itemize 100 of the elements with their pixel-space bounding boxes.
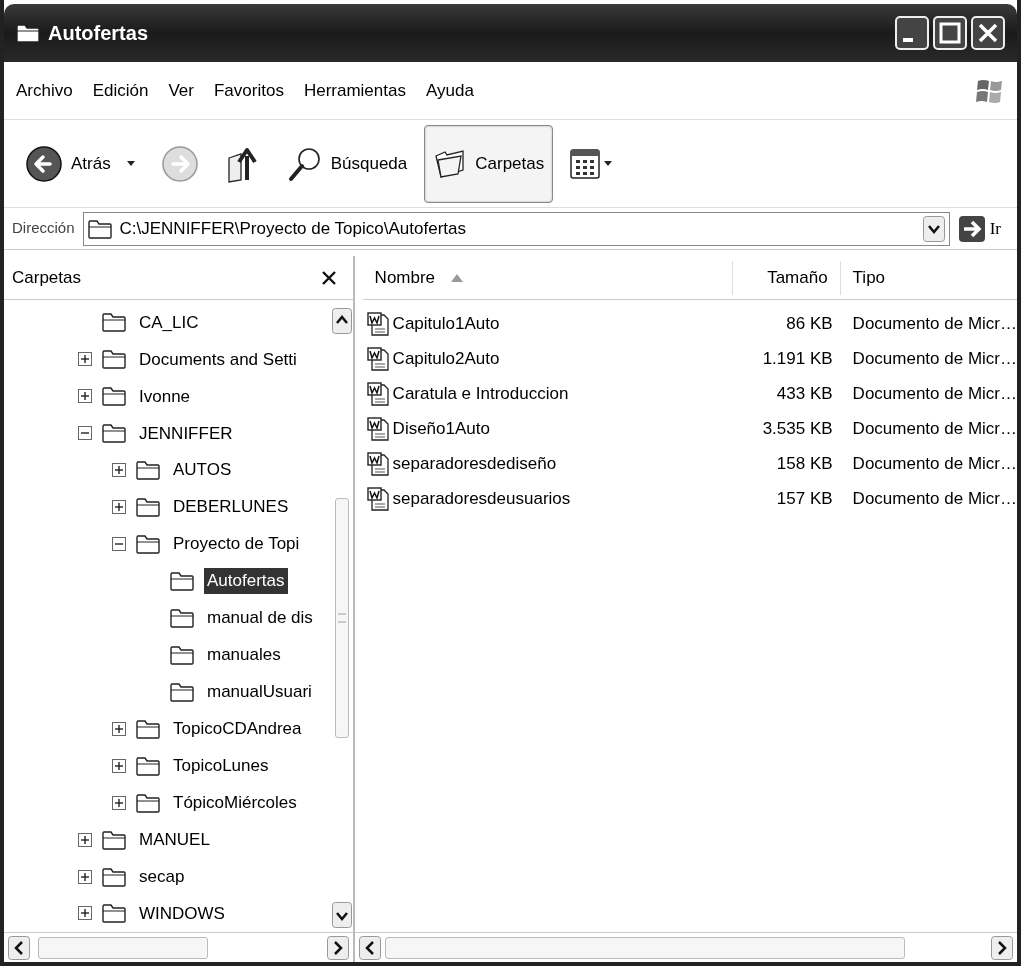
minimize-icon[interactable] <box>895 16 929 50</box>
folder-icon <box>102 386 126 407</box>
column-header[interactable]: Nombre <box>362 260 733 295</box>
expand-icon[interactable] <box>112 500 126 515</box>
address-label: Dirección <box>12 218 75 239</box>
folder-icon <box>170 681 194 702</box>
maximize-icon[interactable] <box>933 16 967 50</box>
tree-item[interactable]: DEBERLUNES <box>170 494 292 520</box>
file-size: 86 KB <box>785 312 834 335</box>
tree-item[interactable]: Ivonne <box>136 383 194 410</box>
tree-item[interactable]: JENNIFFER <box>136 420 236 447</box>
expand-icon[interactable] <box>78 389 92 404</box>
file-name[interactable]: separadoresdeusuarios <box>392 485 571 512</box>
folder-icon <box>102 423 126 444</box>
scroll-right-icon[interactable] <box>326 935 349 960</box>
tree-item[interactable]: AUTOS <box>170 457 235 483</box>
file-type: Documento de Micr… <box>851 312 1017 335</box>
tree-item[interactable]: CA_LIC <box>136 309 202 336</box>
tree-item[interactable]: TópicoMiércoles <box>170 789 300 816</box>
caret-icon <box>604 160 613 167</box>
tree-item[interactable]: WINDOWS <box>136 900 228 927</box>
folder-icon <box>136 718 160 739</box>
file-size: 157 KB <box>775 487 834 510</box>
file-size: 433 KB <box>775 382 834 405</box>
window-title: Autofertas <box>48 21 148 46</box>
folder-icon <box>102 866 126 887</box>
document-icon <box>366 381 389 406</box>
menu-item[interactable]: Herramientas <box>303 77 406 104</box>
tree-item[interactable]: Autofertas <box>204 568 288 594</box>
tree-item[interactable]: secap <box>136 863 188 890</box>
document-icon <box>366 346 389 371</box>
expand-icon[interactable] <box>78 352 92 367</box>
file-type: Documento de Micr… <box>851 382 1017 405</box>
document-icon <box>366 451 389 476</box>
expand-icon[interactable] <box>112 721 126 736</box>
file-name[interactable]: Caratula e Introduccion <box>392 380 569 407</box>
menu-item[interactable]: Ver <box>168 77 194 104</box>
file-name[interactable]: separadoresdediseño <box>392 450 557 477</box>
expand-icon[interactable] <box>78 832 92 847</box>
scroll-up-icon[interactable] <box>331 308 352 334</box>
tree-item[interactable]: Proyecto de Topi <box>170 531 303 557</box>
tree-item[interactable]: TopicoCDAndrea <box>170 716 305 742</box>
scrollbar-thumb[interactable] <box>334 498 349 738</box>
file-size: 3.535 KB <box>761 417 834 440</box>
file-size: 158 KB <box>775 452 834 475</box>
address-field[interactable]: C:\JENNIFFER\Proyecto de Topico\Autofertas <box>82 211 950 246</box>
title-folder-icon <box>16 23 40 43</box>
tree-item[interactable]: manual de dis <box>204 605 316 631</box>
folders-button[interactable]: Carpetas <box>424 124 554 203</box>
expand-icon[interactable] <box>112 795 126 810</box>
folder-icon <box>170 571 194 592</box>
menu-item[interactable]: Edición <box>92 77 149 104</box>
collapse-icon[interactable] <box>78 426 92 441</box>
file-name[interactable]: Capitulo1Auto <box>392 310 500 337</box>
sort-ascending-icon <box>451 273 464 282</box>
folder-icon <box>102 903 126 924</box>
search-button[interactable]: Búsqueda <box>277 124 417 203</box>
caret-icon <box>126 160 135 167</box>
column-header[interactable]: Tamaño <box>732 260 841 295</box>
scroll-left-icon[interactable] <box>358 935 381 960</box>
expand-icon[interactable] <box>112 463 126 478</box>
expand-icon[interactable] <box>112 758 126 773</box>
tree-item[interactable]: manualUsuari <box>204 679 315 705</box>
file-name[interactable]: Diseño1Auto <box>392 415 490 442</box>
scroll-down-icon[interactable] <box>331 902 352 928</box>
file-name[interactable]: Capitulo2Auto <box>392 345 500 372</box>
tree-item[interactable]: MANUEL <box>136 826 213 853</box>
tree-item[interactable]: manuales <box>204 642 284 668</box>
collapse-icon[interactable] <box>112 537 126 552</box>
dropdown-icon[interactable] <box>922 215 945 242</box>
scrollbar-thumb[interactable] <box>38 936 208 959</box>
back-button[interactable]: Atrás <box>16 124 144 203</box>
file-type: Documento de Micr… <box>851 417 1017 440</box>
search-icon <box>286 145 323 182</box>
expand-icon[interactable] <box>78 869 92 884</box>
menu-item[interactable]: Archivo <box>16 77 73 104</box>
column-header[interactable]: Tipo <box>840 260 1017 295</box>
menu-item[interactable]: Favoritos <box>214 77 284 104</box>
scroll-right-icon[interactable] <box>991 935 1013 960</box>
folder-icon <box>102 349 126 370</box>
views-grid-icon <box>570 148 601 179</box>
go-button[interactable]: Ir <box>957 214 1009 243</box>
scrollbar-thumb[interactable] <box>384 936 905 959</box>
expand-icon[interactable] <box>78 906 92 921</box>
folder-icon <box>136 497 160 518</box>
file-type: Documento de Micr… <box>851 347 1017 370</box>
document-icon <box>366 311 389 336</box>
folder-icon <box>136 460 160 481</box>
tree-item[interactable]: Documents and Setti <box>136 346 300 373</box>
menu-item[interactable]: Ayuda <box>425 77 474 104</box>
horizontal-scrollbar[interactable] <box>354 932 1017 962</box>
folder-icon <box>87 218 112 239</box>
horizontal-scrollbar[interactable] <box>4 932 353 962</box>
document-icon <box>366 486 389 511</box>
scroll-left-icon[interactable] <box>8 935 30 960</box>
folder-icon <box>136 755 160 776</box>
close-icon[interactable] <box>320 269 337 286</box>
tree-item[interactable]: TopicoLunes <box>170 752 272 779</box>
file-size: 1.191 KB <box>761 347 834 370</box>
pane-title: Carpetas <box>12 266 81 289</box>
